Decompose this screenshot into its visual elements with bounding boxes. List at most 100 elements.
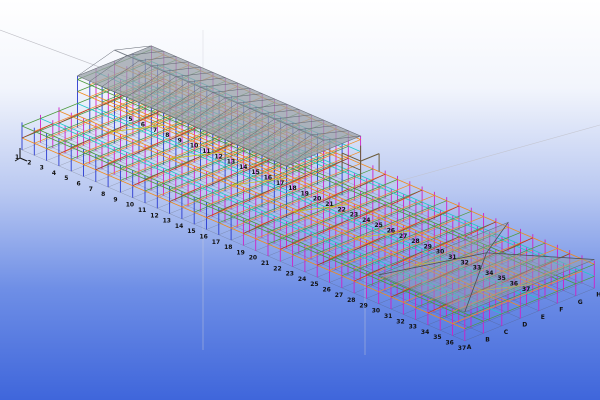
grid-label-front-37: 37 — [458, 345, 466, 352]
beam — [557, 248, 570, 255]
beam — [378, 283, 398, 293]
grid-label-front-20: 20 — [249, 255, 257, 262]
grid-label-mid-19: 19 — [301, 190, 309, 197]
beam — [249, 212, 269, 221]
grid-label-mid-16: 16 — [264, 175, 272, 182]
beam — [274, 223, 293, 232]
beam — [286, 228, 306, 237]
beam — [403, 201, 423, 210]
beam — [83, 113, 103, 122]
beam — [280, 167, 300, 176]
beam — [21, 125, 35, 132]
beam — [83, 156, 103, 165]
grid-label-mid-11: 11 — [202, 148, 210, 155]
beam — [46, 148, 60, 155]
beam — [446, 223, 466, 232]
grid-label-front-11: 11 — [138, 207, 146, 214]
beam — [107, 174, 121, 181]
beam — [366, 278, 386, 287]
beam — [360, 248, 379, 257]
beam — [77, 91, 90, 98]
beam — [144, 190, 158, 197]
beam — [341, 225, 361, 234]
beam — [323, 182, 343, 191]
beam — [391, 184, 410, 193]
beam — [317, 214, 336, 223]
beam — [58, 103, 78, 112]
beam — [89, 100, 109, 110]
structural-model-3d-view[interactable]: 1234567891011121314151617181920212223242… — [0, 0, 600, 400]
beam — [397, 214, 417, 223]
beam — [311, 177, 330, 186]
beam — [163, 163, 183, 172]
beam — [434, 195, 447, 202]
beam — [58, 110, 72, 117]
grid-label-mid-31: 31 — [448, 254, 456, 261]
beam — [52, 115, 72, 125]
beam — [341, 275, 355, 282]
beam — [501, 305, 521, 315]
beam — [317, 183, 337, 192]
beam — [132, 185, 146, 192]
grid-label-front-9: 9 — [113, 196, 117, 203]
beam — [353, 280, 367, 287]
beam — [292, 246, 312, 255]
beam — [298, 172, 318, 181]
beam — [403, 294, 422, 303]
grid-label-front-14: 14 — [175, 223, 183, 230]
beam — [427, 231, 447, 240]
beam — [335, 237, 355, 247]
grid-label-mid-9: 9 — [178, 137, 182, 144]
beam — [157, 145, 177, 154]
beam — [329, 169, 349, 179]
grid-label-front-15: 15 — [187, 228, 195, 235]
beam — [495, 244, 515, 254]
beam — [470, 315, 484, 322]
beam — [304, 252, 324, 261]
beam — [71, 158, 84, 165]
beam — [390, 246, 410, 255]
beam — [206, 217, 219, 224]
beam — [440, 310, 459, 319]
beam — [471, 210, 484, 217]
beam — [335, 218, 355, 228]
beam — [138, 153, 158, 162]
grid-label-front-19: 19 — [236, 249, 244, 256]
grid-label-front-2: 2 — [27, 159, 31, 166]
beam — [470, 308, 490, 317]
beam — [212, 196, 232, 206]
beam — [132, 134, 152, 144]
beam — [280, 198, 300, 207]
beam — [452, 323, 465, 330]
beam — [323, 213, 343, 222]
grid-label-mid-28: 28 — [411, 238, 419, 245]
beam — [132, 165, 152, 175]
grid-label-mid-12: 12 — [215, 153, 223, 160]
grid-label-front-25: 25 — [310, 281, 318, 288]
beam — [255, 230, 275, 240]
beam — [347, 243, 367, 252]
beam — [348, 157, 361, 164]
beam — [464, 320, 484, 330]
grid-label-mid-8: 8 — [165, 132, 169, 139]
grid-label-front-30: 30 — [372, 308, 380, 315]
x-axis — [19, 157, 28, 162]
beam — [427, 312, 441, 319]
beam — [230, 220, 250, 229]
beam — [21, 118, 41, 127]
beam — [341, 267, 361, 277]
beam — [378, 179, 398, 188]
grid-label-front-27: 27 — [335, 292, 343, 299]
beam — [46, 140, 66, 149]
grid-label-letter-C: C — [504, 329, 509, 336]
beam — [557, 283, 576, 292]
beam — [64, 121, 84, 130]
shaft-beam — [360, 153, 380, 162]
grid-label-mid-25: 25 — [374, 222, 382, 229]
beam — [77, 83, 97, 92]
beam — [323, 170, 343, 179]
beam — [126, 128, 146, 138]
beam — [501, 232, 521, 241]
model-viewport[interactable]: 1 2 3 4 5 6 7 8 9 10 11 12 13 14 15 16 17 18 19 20 21 22 23 24 2… — [0, 0, 600, 400]
beam — [274, 211, 293, 220]
